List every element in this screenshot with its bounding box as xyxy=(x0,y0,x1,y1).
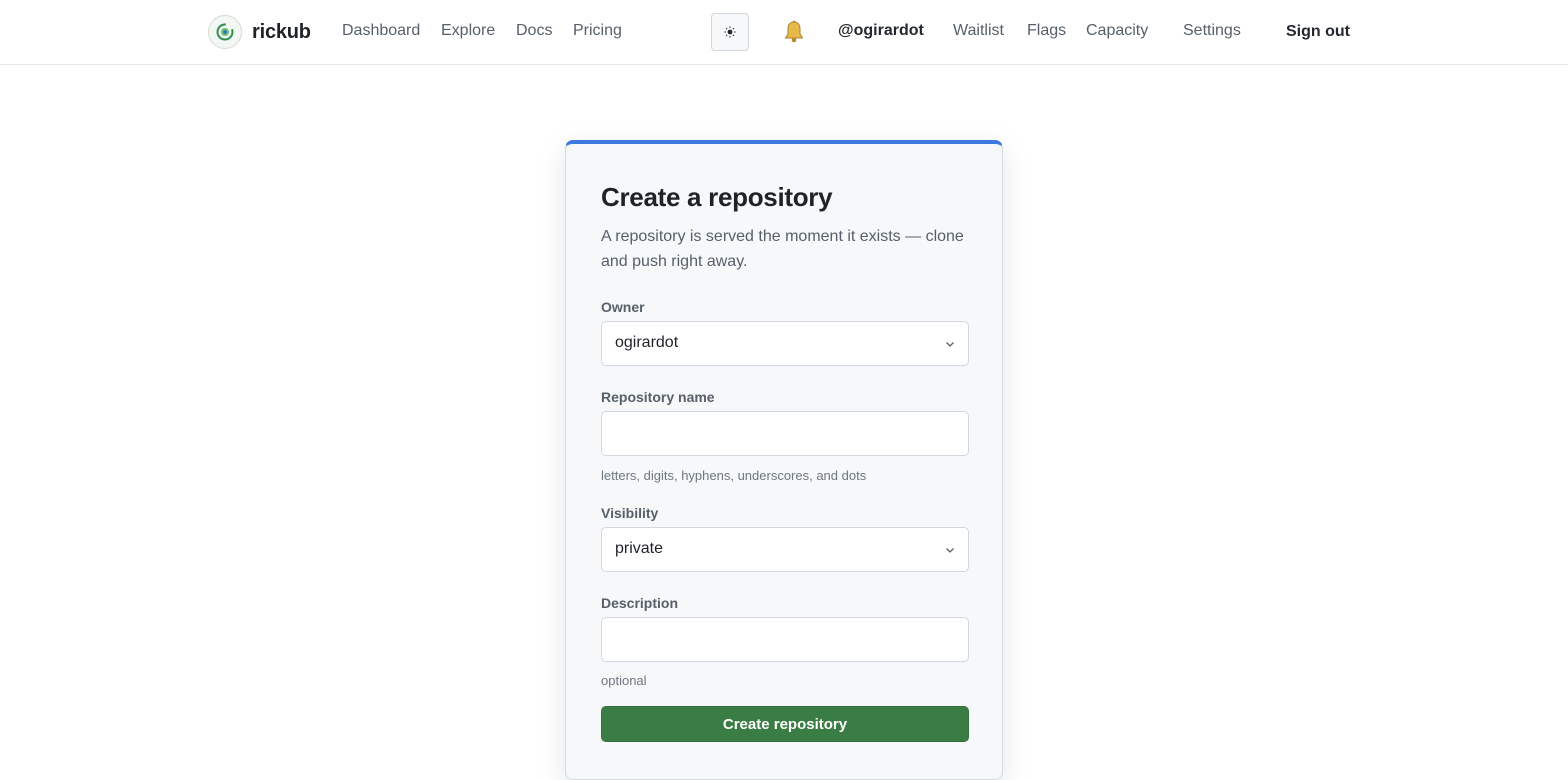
repository-name-label: Repository name xyxy=(601,389,715,405)
nav-pricing[interactable]: Pricing xyxy=(573,22,622,40)
bell-icon[interactable] xyxy=(783,20,805,44)
nav-dashboard[interactable]: Dashboard xyxy=(342,22,420,40)
create-repository-form: Create a repository A repository is serv… xyxy=(565,140,1003,780)
description-label: Description xyxy=(601,595,679,611)
nav-docs[interactable]: Docs xyxy=(516,22,552,40)
repository-name-hint: letters, digits, hyphens, underscores, a… xyxy=(601,468,867,483)
description-input[interactable] xyxy=(601,617,969,662)
theme-toggle-button[interactable] xyxy=(711,13,749,51)
chevron-down-icon xyxy=(946,548,954,553)
visibility-select[interactable]: private xyxy=(601,527,969,572)
user-handle[interactable]: @ogirardot xyxy=(838,22,924,40)
chevron-down-icon xyxy=(946,342,954,347)
owner-label: Owner xyxy=(601,299,645,315)
nav-capacity[interactable]: Capacity xyxy=(1086,22,1148,40)
description-hint: optional xyxy=(601,673,647,688)
sun-icon xyxy=(724,26,736,38)
nav-waitlist[interactable]: Waitlist xyxy=(953,22,1004,40)
form-description: A repository is served the moment it exi… xyxy=(601,228,964,270)
brand-name: rickub xyxy=(252,20,311,43)
rickub-logo-icon xyxy=(208,15,242,49)
sign-out-button[interactable]: Sign out xyxy=(1286,23,1350,41)
nav-settings[interactable]: Settings xyxy=(1183,22,1241,40)
owner-select[interactable]: ogirardot xyxy=(601,321,969,366)
repository-name-input[interactable] xyxy=(601,411,969,456)
owner-select-value: ogirardot xyxy=(615,334,679,351)
visibility-label: Visibility xyxy=(601,505,659,521)
brand[interactable]: rickub xyxy=(208,15,311,49)
nav-flags[interactable]: Flags xyxy=(1027,22,1066,40)
visibility-select-value: private xyxy=(615,540,664,557)
page-title: Create a repository xyxy=(601,182,833,212)
create-repository-button[interactable]: Create repository xyxy=(601,706,969,742)
top-navigation-bar: rickub Dashboard Explore Docs Pricing @o… xyxy=(0,0,1568,65)
nav-explore[interactable]: Explore xyxy=(441,22,495,40)
